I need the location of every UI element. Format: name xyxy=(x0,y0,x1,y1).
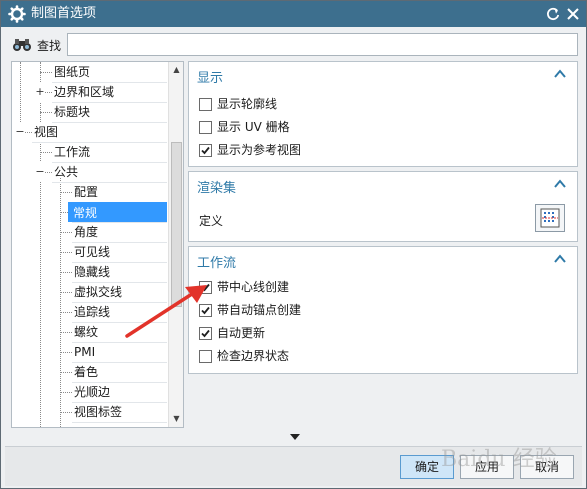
tree-item-view[interactable]: 视图 xyxy=(34,122,58,142)
checkbox-checked[interactable] xyxy=(199,304,212,317)
tree-collapse-toggle[interactable]: − xyxy=(35,162,45,182)
workflow-panel-header[interactable]: 工作流 xyxy=(189,247,577,273)
search-bar: 查找 xyxy=(9,33,579,57)
tree-item-visible-lines[interactable]: 可见线 xyxy=(74,242,110,262)
display-panel: 显示 显示轮廓线 显示 UV 栅格 显示为参考视图 xyxy=(188,61,578,167)
tree-item-trace-lines[interactable]: 追踪线 xyxy=(74,302,110,322)
tree-item-view-label[interactable]: 视图标签 xyxy=(74,402,122,422)
dialog-footer: 确定 应用 取消 xyxy=(5,446,582,486)
window-title: 制图首选项 xyxy=(31,6,97,21)
tree-item-smooth-edges[interactable]: 光顺边 xyxy=(74,382,110,402)
display-panel-header[interactable]: 显示 xyxy=(189,62,577,88)
checkbox-checked[interactable] xyxy=(199,327,212,340)
checkbox-checked[interactable] xyxy=(199,144,212,157)
close-icon[interactable] xyxy=(564,5,582,23)
tree-expand-toggle[interactable]: + xyxy=(35,82,45,102)
reset-icon[interactable] xyxy=(544,5,562,23)
workflow-panel: 工作流 带中心线创建 带自动锚点创建 自动更新 检查边界状态 xyxy=(188,246,578,374)
checkbox[interactable] xyxy=(199,121,212,134)
gear-icon xyxy=(8,5,26,23)
render-set-panel: 渲染集 定义 xyxy=(188,171,578,242)
tree-item-borders-zones[interactable]: 边界和区域 xyxy=(54,82,114,102)
tree-item-pmi[interactable]: PMI xyxy=(74,342,95,362)
render-set-panel-header[interactable]: 渲染集 xyxy=(189,172,577,198)
tree-item-virtual-intersections[interactable]: 虚拟交线 xyxy=(74,282,122,302)
define-render-set-button[interactable] xyxy=(535,204,565,232)
tree-item-drawing-sheet[interactable]: 图纸页 xyxy=(54,62,90,82)
tree-item-general[interactable]: 常规 xyxy=(68,202,167,222)
tree-scrollbar[interactable]: ▲ ▼ xyxy=(168,62,183,427)
checkmark-icon xyxy=(201,146,210,155)
checkbox[interactable] xyxy=(199,350,212,363)
tree-item-common[interactable]: 公共 xyxy=(54,162,78,182)
apply-button[interactable]: 应用 xyxy=(460,455,514,479)
scroll-up-icon[interactable]: ▲ xyxy=(169,62,183,78)
search-label: 查找 xyxy=(37,39,62,53)
render-set-icon xyxy=(540,208,560,228)
checkmark-icon xyxy=(201,283,210,292)
tree-collapse-toggle[interactable]: − xyxy=(15,122,25,142)
tree-item-angle[interactable]: 角度 xyxy=(74,222,98,242)
checkbox[interactable] xyxy=(199,98,212,111)
ok-button[interactable]: 确定 xyxy=(400,455,454,479)
chevron-up-icon[interactable] xyxy=(553,67,567,81)
workflow-panel-title: 工作流 xyxy=(197,256,237,271)
preferences-dialog: 制图首选项 查找 图纸页 + 边界和区域 标题块 − 视图 工作流 − 公共 配… xyxy=(0,0,587,489)
tree-item-configuration[interactable]: 配置 xyxy=(74,182,98,202)
expand-down-icon[interactable] xyxy=(289,433,301,441)
tree-item-shading[interactable]: 着色 xyxy=(74,362,98,382)
title-bar: 制图首选项 xyxy=(1,1,586,27)
chevron-up-icon[interactable] xyxy=(553,252,567,266)
checkmark-icon xyxy=(201,306,210,315)
preferences-tree: 图纸页 + 边界和区域 标题块 − 视图 工作流 − 公共 配置 常规 角度 可… xyxy=(11,61,184,428)
chevron-up-icon[interactable] xyxy=(553,177,567,191)
tree-item-workflow[interactable]: 工作流 xyxy=(54,142,90,162)
cancel-button[interactable]: 取消 xyxy=(520,455,574,479)
checkbox-checked[interactable] xyxy=(199,281,212,294)
define-label: 定义 xyxy=(199,214,224,228)
scroll-down-icon[interactable]: ▼ xyxy=(169,411,183,427)
tree-item-hidden-lines[interactable]: 隐藏线 xyxy=(74,262,110,282)
tree-item-title-block[interactable]: 标题块 xyxy=(54,102,90,122)
scroll-thumb[interactable] xyxy=(171,142,182,307)
checkmark-icon xyxy=(201,329,210,338)
render-set-panel-title: 渲染集 xyxy=(197,181,237,196)
binoculars-icon xyxy=(13,39,31,51)
tree-item-threads[interactable]: 螺纹 xyxy=(74,322,98,342)
search-input[interactable] xyxy=(67,33,578,56)
display-panel-title: 显示 xyxy=(197,71,224,86)
